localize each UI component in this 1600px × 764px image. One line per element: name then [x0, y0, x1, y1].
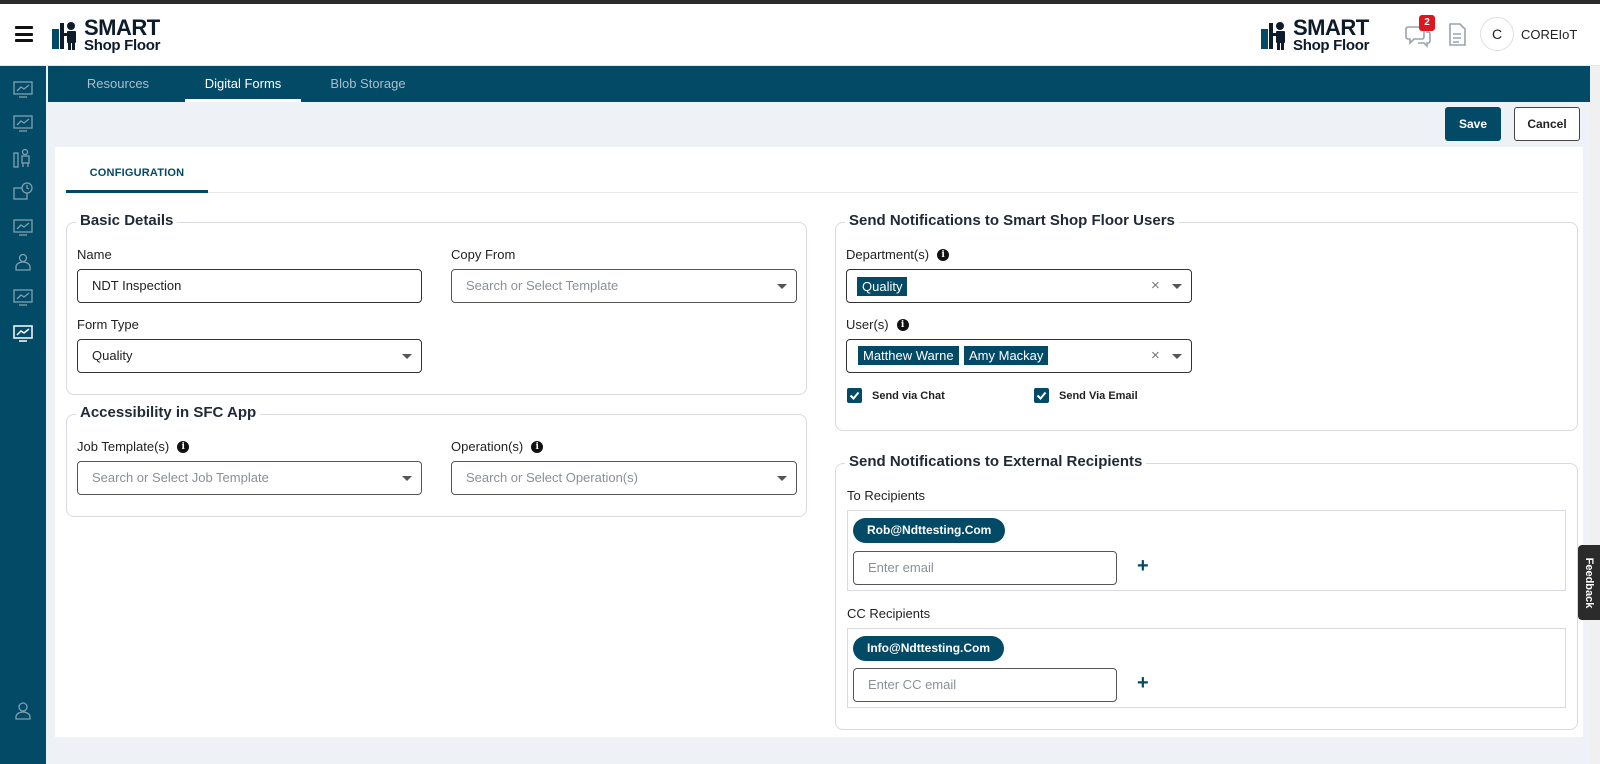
job-template-label-text: Job Template(s)	[77, 439, 170, 454]
operation-label-text: Operation(s)	[451, 439, 524, 454]
cancel-button[interactable]: Cancel	[1514, 107, 1580, 141]
document-icon[interactable]	[1448, 23, 1466, 47]
app-header: SMART Shop Floor SMART Shop Floor 2 C CO…	[0, 4, 1600, 66]
sidebar-monitor-chart-icon-active[interactable]	[13, 324, 33, 344]
tab-digital-forms[interactable]: Digital Forms	[185, 66, 301, 102]
copy-from-label: Copy From	[451, 247, 516, 262]
brand-logo-right: SMART Shop Floor	[1260, 17, 1369, 53]
clear-icon[interactable]: ×	[1151, 278, 1160, 293]
info-icon[interactable]: i	[896, 318, 909, 331]
send-via-chat-checkbox[interactable]	[847, 388, 862, 403]
department-label: Department(s) i	[846, 247, 950, 262]
users-label: User(s) i	[846, 317, 909, 332]
user-chip[interactable]: Amy Mackay	[964, 346, 1049, 365]
sidebar-monitor-chart-icon[interactable]	[13, 114, 33, 134]
save-button[interactable]: Save	[1445, 107, 1501, 141]
users-label-text: User(s)	[846, 317, 889, 332]
info-icon[interactable]: i	[177, 440, 190, 453]
basic-details-title: Basic Details	[76, 212, 178, 229]
cc-email-pill[interactable]: Info@Ndttesting.Com	[853, 636, 1005, 661]
sidebar-monitor-chart-icon[interactable]	[13, 288, 33, 308]
tab-divider	[66, 192, 1578, 193]
operation-select[interactable]: Search or Select Operation(s)	[451, 461, 797, 495]
logo-figure-icon	[1261, 22, 1285, 50]
chevron-down-icon[interactable]	[1172, 284, 1182, 289]
username-label[interactable]: COREIoT	[1521, 27, 1577, 42]
send-via-email-checkbox[interactable]	[1034, 388, 1049, 403]
chevron-down-icon[interactable]	[777, 284, 787, 289]
sidebar-support-agent-icon[interactable]	[13, 700, 33, 720]
logo-figure-icon	[52, 22, 76, 50]
operation-label: Operation(s) i	[451, 439, 544, 454]
info-icon[interactable]: i	[531, 440, 544, 453]
to-email-pill[interactable]: Rob@Ndttesting.Com	[853, 518, 1006, 543]
clear-icon[interactable]: ×	[1151, 348, 1160, 363]
feedback-tab[interactable]: Feedback	[1578, 545, 1600, 620]
chevron-down-icon[interactable]	[402, 354, 412, 359]
user-avatar[interactable]: C	[1480, 17, 1514, 51]
cc-recipients-label: CC Recipients	[847, 606, 931, 621]
page-scrollbar[interactable]	[1590, 66, 1600, 764]
tab-blob-storage[interactable]: Blob Storage	[320, 66, 416, 102]
cc-email-input[interactable]: Enter CC email	[853, 668, 1117, 702]
name-input[interactable]: NDT Inspection	[77, 269, 422, 303]
sidebar-operator-icon[interactable]	[13, 148, 33, 168]
sidebar-monitor-chart-icon[interactable]	[13, 80, 33, 100]
form-type-select[interactable]: Quality	[77, 339, 422, 373]
logo-text-shop-floor: Shop Floor	[84, 37, 161, 54]
sidebar-monitor-chart-icon[interactable]	[13, 218, 33, 238]
chevron-down-icon[interactable]	[1172, 354, 1182, 359]
info-icon[interactable]: i	[937, 248, 950, 261]
name-label: Name	[77, 247, 112, 262]
hamburger-menu-icon[interactable]	[15, 26, 33, 42]
send-via-chat-label[interactable]: Send via Chat	[872, 390, 945, 402]
app-logo[interactable]: SMART Shop Floor	[51, 17, 160, 53]
add-cc-email-plus-icon[interactable]: +	[1137, 673, 1149, 693]
add-to-email-plus-icon[interactable]: +	[1137, 556, 1149, 576]
logo-text-shop-floor: Shop Floor	[1293, 37, 1370, 54]
chevron-down-icon[interactable]	[402, 476, 412, 481]
external-recipients-title: Send Notifications to External Recipient…	[845, 453, 1147, 470]
send-via-email-label[interactable]: Send Via Email	[1059, 390, 1138, 402]
feedback-label: Feedback	[1583, 557, 1595, 608]
job-template-label: Job Template(s) i	[77, 439, 190, 454]
department-label-text: Department(s)	[846, 247, 930, 262]
sidebar-schedule-icon[interactable]	[13, 182, 33, 202]
logo-text-smart: SMART	[1293, 15, 1369, 40]
job-template-select[interactable]: Search or Select Job Template	[77, 461, 422, 495]
to-recipients-label: To Recipients	[847, 488, 926, 503]
user-chip[interactable]: Matthew Warne	[858, 346, 959, 365]
copy-from-select[interactable]: Search or Select Template	[451, 269, 797, 303]
notification-count-badge: 2	[1419, 15, 1435, 31]
form-type-label: Form Type	[77, 317, 139, 332]
tab-resources[interactable]: Resources	[70, 66, 166, 102]
sfu-notifications-title: Send Notifications to Smart Shop Floor U…	[845, 212, 1179, 229]
department-chip[interactable]: Quality	[857, 277, 908, 296]
sidebar-user-desk-icon[interactable]	[13, 252, 33, 272]
sidebar	[0, 66, 46, 764]
tab-configuration[interactable]: CONFIGURATION	[66, 160, 208, 193]
accessibility-title: Accessibility in SFC App	[76, 404, 261, 421]
logo-text-smart: SMART	[84, 15, 160, 40]
top-tabs-bar: Resources Digital Forms Blob Storage	[48, 66, 1600, 102]
to-email-input[interactable]: Enter email	[853, 551, 1117, 585]
chevron-down-icon[interactable]	[777, 476, 787, 481]
